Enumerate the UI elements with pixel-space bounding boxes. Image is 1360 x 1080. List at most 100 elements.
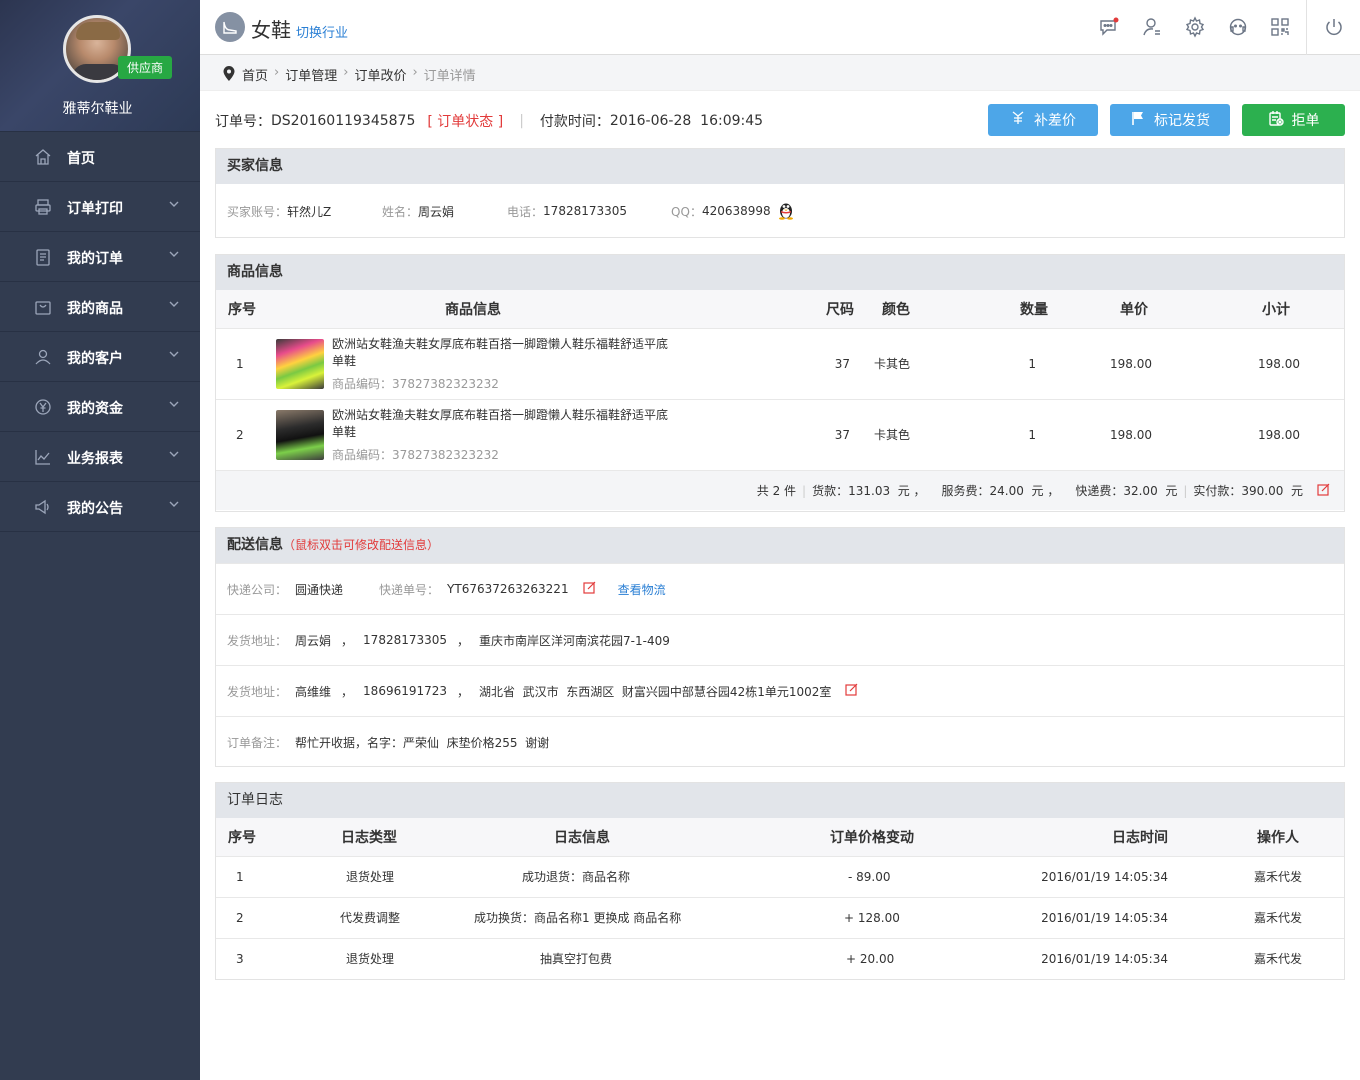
sidebar-item-my-orders[interactable]: 我的订单 [0, 232, 200, 282]
home-icon [34, 148, 52, 166]
log-price-change: + 128.00 [688, 896, 928, 938]
sidebar-item-announcements[interactable]: 我的公告 [0, 482, 200, 532]
bag-icon [34, 298, 52, 316]
edit-icon[interactable] [1317, 483, 1330, 499]
breadcrumb-home[interactable]: 首页 [242, 65, 268, 84]
product-title[interactable]: 欧洲站女鞋渔夫鞋女厚底布鞋百搭一脚蹬懒人鞋乐福鞋舒适平底单鞋 [332, 335, 678, 369]
qrcode-icon[interactable] [1269, 16, 1291, 38]
col-header: 颜色 [858, 290, 910, 328]
col-header: 商品信息 [268, 290, 678, 328]
sidebar-item-my-funds[interactable]: 我的资金 [0, 382, 200, 432]
log-operator: 嘉禾代发 [1168, 937, 1344, 979]
breadcrumb-order-reprice[interactable]: 订单改价 [354, 65, 406, 84]
chevron-down-icon [168, 448, 180, 464]
breadcrumb: 首页 › 订单管理 › 订单改价 › 订单详情 [200, 55, 1360, 91]
shipping-title: 配送信息 [227, 537, 283, 553]
color-cell: 卡其色 [858, 398, 910, 470]
receiver-address: 湖北省 武汉市 东西湖区 财富兴园中部慧谷园42栋1单元1002室 [479, 684, 832, 699]
product-title[interactable]: 欧洲站女鞋渔夫鞋女厚底布鞋百搭一脚蹬懒人鞋乐福鞋舒适平底单鞋 [332, 406, 678, 440]
service-fee: 服务费：24.00 元 ， [941, 484, 1060, 498]
view-logistics-link[interactable]: 查看物流 [618, 581, 666, 598]
sidebar-item-reports[interactable]: 业务报表 [0, 432, 200, 482]
col-header: 尺码 [678, 290, 858, 328]
sender-row: 发货地址： 周云娟 ， 17828173305 ， 重庆市南岸区洋河南滨花园7-… [216, 614, 1344, 665]
sidebar-item-label: 我的客户 [67, 351, 123, 367]
supplement-price-label: 补差价 [1034, 113, 1076, 129]
sidebar-item-label: 订单打印 [67, 201, 123, 217]
pay-time-label: 付款时间： [539, 114, 610, 130]
breadcrumb-separator: › [274, 65, 280, 80]
table-row: 1 退货处理 成功退货：商品名称 - 89.00 2016/01/19 14:0… [216, 855, 1344, 897]
remark-row: 订单备注： 帮忙开收据，名字：严荣仙 床垫价格255 谢谢 [216, 716, 1344, 767]
sidebar: 供应商 雅蒂尔鞋业 首页 订单打印 我的订单 我的商品 我的客户 我的资金 业务… [0, 0, 200, 1080]
power-icon[interactable] [1323, 16, 1345, 38]
gear-icon[interactable] [1184, 16, 1206, 38]
sidebar-item-label: 我的订单 [67, 251, 123, 267]
buyer-account-label: 买家账号： [227, 204, 288, 219]
reject-order-button[interactable]: 拒单 [1242, 104, 1345, 136]
flag-icon [1130, 110, 1146, 130]
top-bar: 女鞋 切换行业 [200, 0, 1360, 55]
sidebar-item-label: 我的公告 [67, 501, 123, 517]
chevron-down-icon [168, 248, 180, 264]
order-status[interactable]: [ 订单状态 ] [427, 111, 503, 131]
table-row: 3 退货处理 抽真空打包费 + 20.00 2016/01/19 14:05:3… [216, 937, 1344, 979]
pay-time: 2016-06-28 16:09:45 [609, 113, 764, 129]
qty-cell: 1 [910, 327, 1110, 399]
shipping-tip: （鼠标双击可修改配送信息） [283, 538, 440, 552]
message-icon[interactable] [1098, 16, 1120, 38]
switch-industry-link[interactable]: 切换行业 [296, 22, 348, 41]
breadcrumb-order-management[interactable]: 订单管理 [285, 65, 337, 84]
col-header: 小计 [1152, 290, 1344, 328]
subtotal-cell: 198.00 [1152, 327, 1344, 399]
goods-table-header: 序号 商品信息 尺码 颜色 数量 单价 小计 [216, 290, 1344, 328]
edit-icon[interactable] [845, 683, 858, 699]
qq-penguin-icon[interactable] [777, 200, 795, 223]
buyer-name: 周云娟 [418, 204, 455, 219]
color-cell: 卡其色 [858, 327, 910, 399]
log-table: 序号 日志类型 日志信息 订单价格变动 日志时间 操作人 1 退货处理 成功退货… [216, 818, 1344, 979]
receiver-row: 发货地址： 高维维 ， 18696191723 ， 湖北省 武汉市 东西湖区 财… [216, 665, 1344, 716]
divider: | [1183, 483, 1188, 498]
log-type: 退货处理 [268, 937, 468, 979]
panel-title: 订单日志 [216, 783, 1344, 818]
size-cell: 37 [678, 398, 858, 470]
edit-icon[interactable] [582, 581, 596, 597]
user-settings-icon[interactable] [1141, 16, 1163, 38]
supplement-price-button[interactable]: 补差价 [988, 104, 1098, 136]
shoe-icon [215, 12, 245, 42]
separator: ， [341, 633, 354, 648]
log-time: 2016/01/19 14:05:34 [928, 937, 1168, 979]
printer-icon [34, 198, 52, 216]
product-thumbnail[interactable] [276, 409, 325, 460]
sidebar-nav: 首页 订单打印 我的订单 我的商品 我的客户 我的资金 业务报表 我的公告 [0, 132, 200, 532]
sidebar-item-my-customers[interactable]: 我的客户 [0, 332, 200, 382]
buyer-info-row: 买家账号： 轩然儿Z 姓名： 周云娟 电话： 17828173305 QQ： 4… [216, 184, 1344, 238]
supplier-badge: 供应商 [118, 56, 173, 79]
mark-shipped-button[interactable]: 标记发货 [1110, 104, 1230, 136]
price-cell: 198.00 [1110, 327, 1152, 399]
col-header: 日志时间 [928, 818, 1168, 856]
sidebar-item-my-goods[interactable]: 我的商品 [0, 282, 200, 332]
buyer-phone: 17828173305 [543, 204, 628, 218]
express-company-label: 快递公司： [227, 582, 288, 597]
remark-label: 订单备注： [227, 735, 288, 750]
col-header: 操作人 [1168, 818, 1344, 856]
divider: | [802, 483, 807, 498]
product-cell: 欧洲站女鞋渔夫鞋女厚底布鞋百搭一脚蹬懒人鞋乐福鞋舒适平底单鞋 商品编码：3782… [268, 398, 678, 470]
support-icon[interactable] [1227, 16, 1249, 38]
buyer-info-panel: 买家信息 买家账号： 轩然儿Z 姓名： 周云娟 电话： 17828173305 … [215, 148, 1345, 238]
order-summary: 共 2 件 | 货款：131.03 元 ， 服务费：24.00 元 ， 快递费：… [216, 470, 1344, 510]
order-no: DS20160119345875 [271, 113, 416, 129]
sender-address: 重庆市南岸区洋河南滨花园7-1-409 [479, 633, 670, 648]
product-thumbnail[interactable] [276, 338, 325, 389]
sidebar-item-order-print[interactable]: 订单打印 [0, 182, 200, 232]
row-no: 1 [216, 327, 268, 399]
goods-fee: 货款：131.03 元 ， [812, 484, 926, 498]
breadcrumb-current: 订单详情 [423, 69, 476, 84]
separator: ， [457, 633, 470, 648]
log-operator: 嘉禾代发 [1168, 896, 1344, 938]
sender-name: 周云娟 [295, 633, 332, 648]
sidebar-item-home[interactable]: 首页 [0, 132, 200, 182]
supplement-icon [1010, 110, 1026, 130]
